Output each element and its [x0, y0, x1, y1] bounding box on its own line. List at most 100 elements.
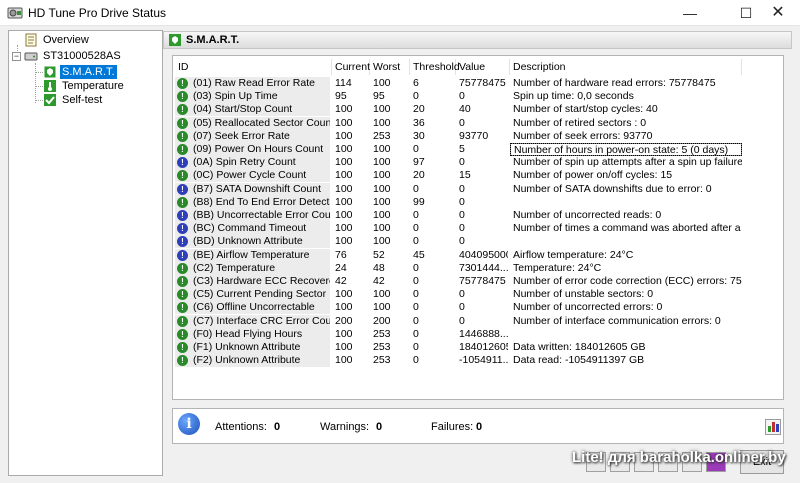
thermometer-icon — [44, 80, 56, 92]
hard-drive-icon — [24, 52, 38, 61]
cell-threshold: 20 — [413, 103, 425, 116]
cell-value: 75778475 — [459, 77, 506, 89]
attentions-label: Attentions: — [215, 421, 267, 433]
cell-current: 24 — [335, 261, 347, 274]
status-ok-icon: ! — [177, 78, 188, 89]
table-row[interactable]: (F1) Unknown Attribute 100 253 0 184012605 Da… — [173, 341, 783, 354]
cell-current: 100 — [335, 301, 353, 314]
table-row[interactable]: (07) Seek Error Rate 100 253 30 93770 Number … — [173, 129, 783, 143]
cell-current: 42 — [335, 275, 347, 287]
cell-worst: 100 — [373, 156, 391, 169]
column-header-threshold[interactable]: Threshold — [410, 59, 460, 75]
cell-id: (BE) Airflow Temperature — [175, 248, 330, 262]
cell-id: (0C) Power Cycle Count — [175, 169, 330, 183]
cell-threshold: 0 — [413, 275, 419, 287]
cell-value: 0 — [459, 222, 465, 235]
cell-value: 0 — [459, 288, 465, 301]
minimize-button[interactable]: — — [668, 0, 712, 26]
table-row[interactable]: (C5) Current Pending Sector 100 100 0 0 Numbe… — [173, 288, 783, 302]
cell-threshold: 0 — [413, 222, 419, 235]
cell-description — [510, 235, 742, 248]
cell-value: 5 — [459, 143, 465, 155]
table-row[interactable]: (BB) Uncorrectable Error Count 100 100 0 0 Nu… — [173, 209, 783, 222]
failures-count: 0 — [476, 421, 483, 433]
table-row[interactable]: (0C) Power Cycle Count 100 100 20 15 Number o… — [173, 169, 783, 183]
cell-threshold: 0 — [413, 182, 419, 195]
table-row[interactable]: (F2) Unknown Attribute 100 253 0 -1054911...… — [173, 354, 783, 368]
cell-value: 40 — [459, 103, 471, 116]
cell-description — [510, 328, 742, 341]
cell-description: Airflow temperature: 24°C — [513, 248, 634, 261]
cell-id: (BB) Uncorrectable Error Count — [175, 209, 330, 222]
attentions-count: 0 — [274, 421, 281, 433]
cell-id: (03) Spin Up Time — [175, 90, 330, 104]
table-row[interactable]: (04) Start/Stop Count 100 100 20 40 Number of… — [173, 103, 783, 117]
cell-threshold: 0 — [413, 327, 419, 340]
cell-id: (0A) Spin Retry Count — [175, 156, 330, 170]
column-header-worst[interactable]: Worst — [370, 59, 410, 75]
cell-value: 404095000 — [459, 248, 508, 261]
table-row[interactable]: (BE) Airflow Temperature 76 52 45 404095000 A… — [173, 248, 783, 262]
cell-current: 100 — [335, 222, 353, 235]
column-header-value[interactable]: Value — [456, 59, 510, 75]
status-ok-icon: ! — [177, 144, 188, 155]
status-ok-icon: ! — [177, 342, 188, 353]
cell-current: 100 — [335, 156, 353, 169]
table-row[interactable]: (0A) Spin Retry Count 100 100 97 0 Number of … — [173, 156, 783, 170]
table-row[interactable]: (03) Spin Up Time 95 95 0 0 Spin up time: 0,0… — [173, 90, 783, 104]
status-ok-icon: ! — [177, 276, 188, 287]
table-row[interactable]: (C2) Temperature 24 48 0 7301444... Temperatu… — [173, 261, 783, 275]
cell-value: 0 — [459, 116, 465, 129]
column-header-current[interactable]: Current — [332, 59, 370, 75]
cell-id: (C3) Hardware ECC Recovered — [175, 275, 330, 288]
table-header: ID Current Worst Threshold Value Descrip… — [173, 59, 783, 75]
table-row[interactable]: (C7) Interface CRC Error Count 200 200 0 0 Nu… — [173, 314, 783, 328]
table-row[interactable]: (C6) Offline Uncorrectable 100 100 0 0 Number… — [173, 301, 783, 315]
cell-value: 15 — [459, 169, 471, 182]
table-row[interactable]: (C3) Hardware ECC Recovered 42 42 0 75778475… — [173, 275, 783, 288]
table-row[interactable]: (BD) Unknown Attribute 100 100 0 0! — [173, 235, 783, 249]
cell-id: (C6) Offline Uncorrectable — [175, 301, 330, 315]
cell-worst: 95 — [373, 90, 385, 103]
cell-id: (BD) Unknown Attribute — [175, 235, 330, 249]
cell-id: (F0) Head Flying Hours — [175, 327, 330, 341]
table-row[interactable]: (BC) Command Timeout 100 100 0 0 Number of ti… — [173, 222, 783, 236]
cell-threshold: 99 — [413, 195, 425, 208]
cell-description: Data written: 184012605 GB — [513, 341, 646, 353]
cell-worst: 253 — [373, 354, 391, 367]
table-row[interactable]: (05) Reallocated Sector Count 100 100 36 0 Nu… — [173, 116, 783, 130]
collapse-toggle[interactable]: − — [12, 52, 21, 61]
cell-value: 0 — [459, 195, 465, 208]
table-row[interactable]: (09) Power On Hours Count 100 100 0 5 Number … — [173, 143, 783, 156]
status-info-icon: ! — [177, 183, 188, 195]
smart-table[interactable]: ID Current Worst Threshold Value Descrip… — [172, 55, 784, 400]
cell-description: Temperature: 24°C — [513, 261, 602, 274]
table-row[interactable]: (F0) Head Flying Hours 100 253 0 1446888...! — [173, 327, 783, 341]
table-row[interactable]: (01) Raw Read Error Rate 114 100 6 75778475 N… — [173, 77, 783, 90]
cell-threshold: 20 — [413, 169, 425, 182]
cell-current: 114 — [335, 77, 352, 89]
table-row[interactable]: (B7) SATA Downshift Count 100 100 0 0 Number … — [173, 182, 783, 196]
info-icon: i — [178, 413, 200, 435]
cell-threshold: 0 — [413, 354, 419, 367]
cell-value: 0 — [459, 235, 465, 248]
failures-label: Failures: — [431, 421, 474, 433]
cell-description: Number of uncorrected errors: 0 — [513, 301, 663, 314]
chart-icon[interactable] — [765, 419, 781, 435]
cell-current: 100 — [335, 182, 353, 195]
cell-value: 0 — [459, 314, 465, 327]
column-header-description[interactable]: Description — [510, 59, 742, 75]
navigation-tree: Overview − ST31000528AS S.M.A.R.T. Tempe… — [8, 30, 163, 476]
smart-shield-icon — [43, 65, 57, 79]
panel-header: S.M.A.R.T. — [163, 31, 792, 49]
cell-current: 100 — [335, 209, 353, 221]
status-ok-icon: ! — [177, 262, 188, 274]
column-header-id[interactable]: ID — [175, 59, 332, 75]
cell-threshold: 0 — [413, 314, 419, 327]
table-row[interactable]: (B8) End To End Error Detection 100 100 99 0… — [173, 195, 783, 209]
close-button[interactable]: ✕ — [756, 0, 800, 26]
status-ok-icon: ! — [177, 315, 188, 327]
document-icon — [25, 33, 37, 47]
cell-threshold: 0 — [413, 209, 419, 221]
cell-worst: 52 — [373, 248, 385, 261]
